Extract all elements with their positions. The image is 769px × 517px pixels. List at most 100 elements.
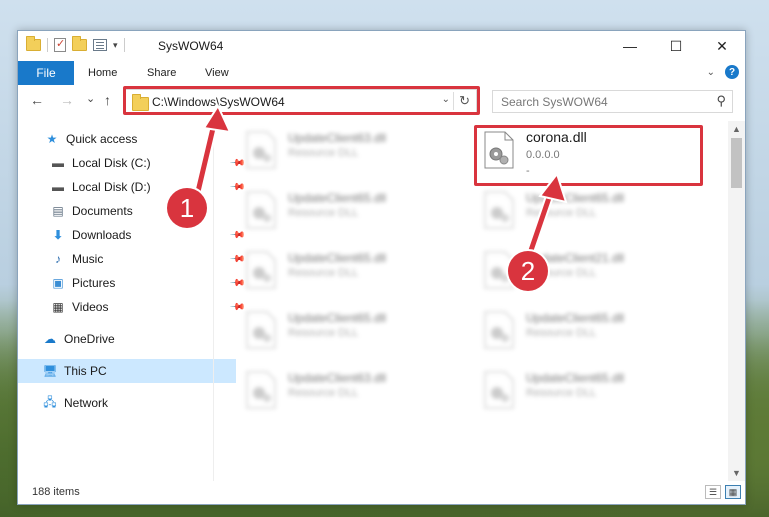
properties-icon[interactable] [54, 37, 66, 52]
status-bar: 188 items ☰ ▦ [18, 482, 745, 504]
sidebar-item-label: Local Disk (D:) [72, 180, 151, 194]
sidebar-item-downloads[interactable]: ⬇ Downloads 📌 [18, 223, 245, 247]
customize-icon[interactable] [93, 39, 107, 51]
file-highlight-box [474, 125, 703, 186]
dll-file-icon [246, 371, 276, 409]
file-type: Resource DLL [288, 387, 359, 399]
pane-divider [213, 121, 214, 481]
search-icon[interactable]: ⚲ [716, 93, 726, 109]
dll-file-icon [246, 311, 276, 349]
list-item[interactable]: UpdateClient65.dll Resource DLL [478, 367, 698, 417]
expand-ribbon-icon[interactable]: ⌄ [707, 67, 715, 78]
separator [47, 38, 48, 52]
list-item[interactable]: UpdateClient63.dll Resource DLL [240, 127, 460, 177]
sidebar-item-network[interactable]: 🖧 Network [18, 391, 237, 415]
close-button[interactable]: ✕ [699, 31, 745, 61]
file-name: UpdateClient65.dll [288, 251, 387, 265]
forward-button[interactable]: → [60, 92, 74, 108]
file-name: UpdateClient65.dll [526, 371, 625, 385]
sidebar-item-this-pc[interactable]: 🖥 This PC [18, 359, 236, 383]
sidebar-item-quick-access[interactable]: ★ Quick access [18, 127, 239, 151]
documents-icon: ▤ [52, 204, 64, 218]
up-button[interactable]: ↑ [104, 92, 111, 108]
back-button[interactable]: ← [30, 92, 44, 108]
maximize-button[interactable]: ☐ [653, 31, 699, 61]
quick-access-toolbar: ▾ [26, 36, 125, 52]
tab-home[interactable]: Home [88, 67, 117, 79]
list-item[interactable]: UpdateClient63.dll Resource DLL [240, 367, 460, 417]
file-type: Resource DLL [288, 147, 359, 159]
dll-file-icon [484, 311, 514, 349]
search-input[interactable]: Search SysWOW64 ⚲ [492, 90, 733, 113]
computer-icon: 🖥 [42, 364, 58, 378]
sidebar-item-videos[interactable]: ▦ Videos 📌 [18, 295, 245, 319]
file-type: Resource DLL [288, 327, 359, 339]
scroll-down-icon[interactable]: ▼ [728, 465, 745, 481]
tab-view[interactable]: View [205, 67, 229, 79]
search-placeholder: Search SysWOW64 [501, 95, 608, 109]
vertical-scrollbar[interactable]: ▲ ▼ [728, 121, 745, 481]
dll-file-icon [246, 131, 276, 169]
ribbon-right-controls: ⌄ ? [707, 65, 739, 79]
sidebar-item-onedrive[interactable]: ☁ OneDrive [18, 327, 237, 351]
list-item[interactable]: UpdateClient65.dll Resource DLL [240, 247, 460, 297]
sidebar-item-label: Pictures [72, 276, 116, 290]
new-folder-icon[interactable] [72, 36, 87, 51]
details-view-icon[interactable]: ☰ [705, 485, 721, 499]
ribbon: File Home Share View ⌄ ? [18, 61, 745, 86]
callout-badge-2: 2 [508, 251, 548, 291]
sidebar-item-label: Documents [72, 204, 133, 218]
dll-file-icon [246, 251, 276, 289]
drive-icon: ▬ [52, 156, 64, 170]
file-list: UpdateClient63.dll Resource DLL UpdateCl… [218, 121, 728, 481]
sidebar-item-documents[interactable]: ▤ Documents [18, 199, 245, 223]
tab-file[interactable]: File [18, 61, 74, 85]
file-name: UpdateClient65.dll [526, 191, 625, 205]
minimize-button[interactable]: — [607, 31, 653, 61]
window-title: SysWOW64 [158, 39, 224, 53]
music-icon: ♪ [55, 252, 61, 266]
file-name: UpdateClient65.dll [526, 311, 625, 325]
sidebar-item-local-disk-d[interactable]: ▬ Local Disk (D:) 📌 [18, 175, 245, 199]
sidebar-item-label: Local Disk (C:) [72, 156, 151, 170]
address-highlight-box [123, 86, 480, 115]
list-item[interactable]: UpdateClient65.dll Resource DLL [240, 307, 460, 357]
file-type: Resource DLL [526, 387, 597, 399]
file-type: Resource DLL [526, 207, 597, 219]
videos-icon: ▦ [52, 300, 64, 314]
scroll-up-icon[interactable]: ▲ [728, 121, 745, 137]
sidebar-item-pictures[interactable]: ▣ Pictures 📌 [18, 271, 245, 295]
cloud-icon: ☁ [44, 332, 56, 346]
dll-file-icon [484, 371, 514, 409]
sidebar-item-label: Network [64, 396, 109, 410]
item-count: 188 items [32, 486, 80, 498]
list-item[interactable]: UpdateClient65.dll Resource DLL [478, 307, 698, 357]
recent-locations-button[interactable]: ⌄ [86, 92, 95, 105]
star-icon: ★ [46, 132, 58, 146]
file-name: UpdateClient63.dll [288, 131, 387, 145]
sidebar-item-music[interactable]: ♪ Music 📌 [18, 247, 245, 271]
network-icon: 🖧 [43, 394, 57, 409]
scrollbar-thumb[interactable] [731, 138, 742, 188]
large-icons-view-icon[interactable]: ▦ [725, 485, 741, 499]
list-item[interactable]: UpdateClient65.dll Resource DLL [240, 187, 460, 237]
folder-icon [26, 36, 41, 51]
sidebar-item-label: Music [72, 252, 104, 266]
file-type: Resource DLL [288, 207, 359, 219]
tab-share[interactable]: Share [147, 67, 176, 79]
sidebar-item-label: Videos [72, 300, 109, 314]
file-type: Resource DLL [526, 327, 597, 339]
list-item[interactable]: UpdateClient65.dll Resource DLL [478, 187, 698, 237]
chevron-down-icon[interactable]: ▾ [113, 40, 118, 51]
dll-file-icon [246, 191, 276, 229]
help-icon[interactable]: ? [725, 65, 739, 79]
sidebar-item-local-disk-c[interactable]: ▬ Local Disk (C:) 📌 [18, 151, 245, 175]
sidebar-item-label: Quick access [66, 132, 138, 146]
view-switcher: ☰ ▦ [705, 485, 741, 499]
sidebar-item-label: This PC [64, 364, 107, 378]
drive-icon: ▬ [52, 180, 64, 194]
file-name: UpdateClient65.dll [288, 311, 387, 325]
file-type: Resource DLL [288, 267, 359, 279]
downloads-icon: ⬇ [52, 228, 64, 242]
sidebar-item-label: Downloads [72, 228, 132, 242]
